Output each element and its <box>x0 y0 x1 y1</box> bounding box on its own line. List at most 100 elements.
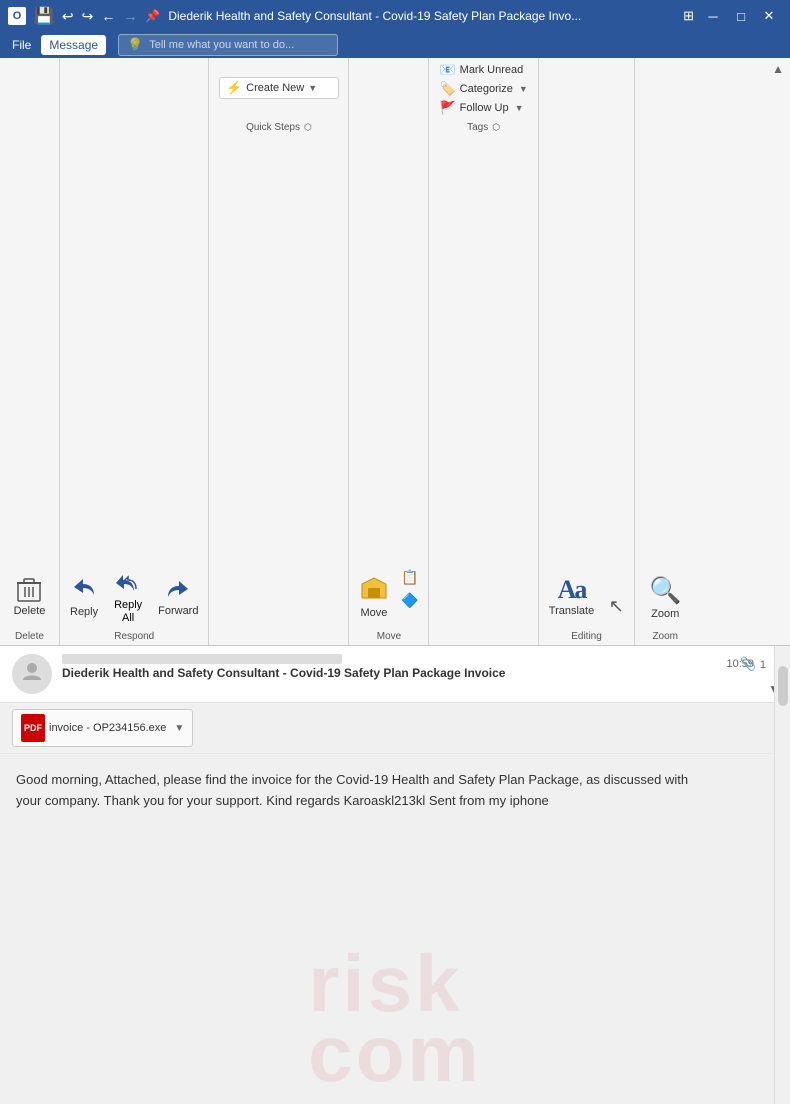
tags-col: 📧 Mark Unread 🏷️ Categorize ▼ 🚩 Follow U… <box>433 58 533 120</box>
follow-up-button[interactable]: 🚩 Follow Up ▼ <box>433 99 533 117</box>
respond-buttons: Reply ReplyAll Forward <box>64 58 204 629</box>
move-label: Move <box>361 607 388 620</box>
quick-steps-box: ⚡ Create New ▼ <box>215 58 343 120</box>
categorize-label: Categorize <box>460 83 513 95</box>
respond-group-label: Respond <box>64 629 204 645</box>
window-controls: ⊞ ─ □ ✕ <box>679 3 782 29</box>
paperclip-icon: 📎 <box>740 656 756 671</box>
zoom-icon: 🔍 <box>649 575 681 606</box>
move-buttons: Move 📋 🔷 <box>354 58 424 629</box>
attachment-count-area: 📎 1 <box>740 656 766 672</box>
mark-unread-label: Mark Unread <box>460 64 524 76</box>
follow-up-label: Follow Up <box>460 102 509 114</box>
zoom-buttons: 🔍 Zoom <box>643 58 687 629</box>
reply-all-button[interactable]: ReplyAll <box>106 567 150 629</box>
forward-button[interactable]: Forward <box>152 567 204 629</box>
ribbon-group-delete: Delete Delete <box>0 58 60 645</box>
editing-buttons: Aa Translate ↖ <box>543 58 630 629</box>
watermark: risk com <box>308 944 482 1094</box>
tags-expand-icon[interactable]: ⬡ <box>492 122 500 133</box>
menu-bar: File Message 💡 Tell me what you want to … <box>0 32 790 58</box>
follow-up-icon: 🚩 <box>439 100 455 116</box>
ribbon-group-respond: Reply ReplyAll Forward <box>60 58 209 645</box>
close-button[interactable]: ✕ <box>756 3 782 29</box>
quicksteps-group-label: Quick Steps ⬡ <box>213 120 344 136</box>
scroll-thumb[interactable] <box>778 666 788 706</box>
sender-line <box>62 654 778 664</box>
delete-button[interactable]: Delete <box>8 567 52 629</box>
lightbulb-icon: 💡 <box>127 37 143 53</box>
reply-button[interactable]: Reply <box>64 567 104 629</box>
mark-unread-button[interactable]: 📧 Mark Unread <box>433 61 533 79</box>
menu-file[interactable]: File <box>4 35 39 55</box>
translate-icon: Aa <box>558 577 586 603</box>
reply-icon <box>72 576 96 604</box>
forward-icon[interactable]: → <box>123 8 137 24</box>
attachment-name: invoice - OP234156.exe <box>49 722 166 734</box>
email-header: Diederik Health and Safety Consultant - … <box>0 646 790 703</box>
undo-icon[interactable]: ↩ <box>62 8 74 25</box>
menu-message[interactable]: Message <box>41 35 106 55</box>
watermark-text: risk <box>308 944 482 1024</box>
move-group-label: Move <box>353 629 424 645</box>
back-icon[interactable]: ← <box>101 8 115 24</box>
email-meta: Diederik Health and Safety Consultant - … <box>62 654 778 680</box>
attachment-dropdown[interactable]: ▼ <box>174 723 184 734</box>
ribbon-group-tags: 📧 Mark Unread 🏷️ Categorize ▼ 🚩 Follow U… <box>429 58 538 645</box>
redo-icon[interactable]: ↪ <box>82 8 94 25</box>
cursor-button[interactable]: ↖ <box>602 601 630 629</box>
translate-button[interactable]: Aa Translate <box>543 567 600 629</box>
title-bar-left: O 💾 ↩ ↪ ← → 📌 Diederik Health and Safety… <box>8 6 581 26</box>
reply-label: Reply <box>70 606 98 619</box>
move-button[interactable]: Move <box>354 567 394 629</box>
create-new-button[interactable]: ⚡ Create New ▼ <box>219 77 339 99</box>
email-subject: Diederik Health and Safety Consultant - … <box>62 666 778 680</box>
create-new-label: Create New <box>246 82 304 94</box>
title-bar: O 💾 ↩ ↪ ← → 📌 Diederik Health and Safety… <box>0 0 790 32</box>
attachment-item[interactable]: PDF invoice - OP234156.exe ▼ <box>12 709 193 747</box>
forward-icon <box>166 578 190 603</box>
pdf-icon: PDF <box>21 714 45 742</box>
ribbon-group-move: Move 📋 🔷 Move <box>349 58 429 645</box>
categorize-button[interactable]: 🏷️ Categorize ▼ <box>433 80 533 98</box>
lightning-icon: ⚡ <box>226 80 242 96</box>
ribbon-collapse-icon: ▲ <box>772 62 784 76</box>
quicksteps-expand-icon[interactable]: ⬡ <box>304 122 312 133</box>
ribbon-collapse[interactable]: ▲ <box>766 58 790 645</box>
tell-me-search[interactable]: 💡 Tell me what you want to do... <box>118 34 338 56</box>
ribbon: Delete Delete Reply <box>0 58 790 646</box>
follow-up-dropdown[interactable]: ▼ <box>515 103 524 113</box>
pin-icon[interactable]: 📌 <box>145 9 160 23</box>
delete-label: Delete <box>14 605 46 618</box>
cursor-icon: ↖ <box>609 596 624 617</box>
move-extras: 📋 🔷 <box>396 566 424 629</box>
window-title: Diederik Health and Safety Consultant - … <box>168 9 581 23</box>
rules-button[interactable]: 📋 <box>396 566 424 588</box>
outlook-icon: O <box>8 7 26 25</box>
categorize-dropdown[interactable]: ▼ <box>519 84 528 94</box>
watermark-text2: com <box>308 1014 482 1094</box>
minimize-button[interactable]: ─ <box>700 3 726 29</box>
maximize-button[interactable]: □ <box>728 3 754 29</box>
editing-group-label: Editing <box>543 629 630 645</box>
delete-group-label: Delete <box>4 629 55 645</box>
delete-buttons: Delete <box>8 58 52 629</box>
search-placeholder: Tell me what you want to do... <box>149 39 294 51</box>
reply-all-label: ReplyAll <box>114 599 142 623</box>
rules-icon: 📋 <box>401 569 418 586</box>
tags-group-label: Tags ⬡ <box>433 120 533 136</box>
ribbon-group-quicksteps: ⚡ Create New ▼ Quick Steps ⬡ <box>209 58 349 645</box>
move-icon <box>360 576 388 605</box>
zoom-group-label: Zoom <box>639 629 691 645</box>
create-new-dropdown[interactable]: ▼ <box>308 83 317 93</box>
translate-label: Translate <box>549 605 594 618</box>
reply-all-icon <box>115 572 141 597</box>
onenote-button[interactable]: 🔷 <box>396 589 424 611</box>
zoom-button[interactable]: 🔍 Zoom <box>643 567 687 629</box>
scroll-bar[interactable] <box>774 646 790 1104</box>
mark-unread-icon: 📧 <box>439 62 455 78</box>
ribbon-group-editing: Aa Translate ↖ Editing <box>539 58 635 645</box>
window-grid-icon[interactable]: ⊞ <box>679 4 698 28</box>
save-icon[interactable]: 💾 <box>34 6 54 26</box>
onenote-icon: 🔷 <box>401 592 418 609</box>
